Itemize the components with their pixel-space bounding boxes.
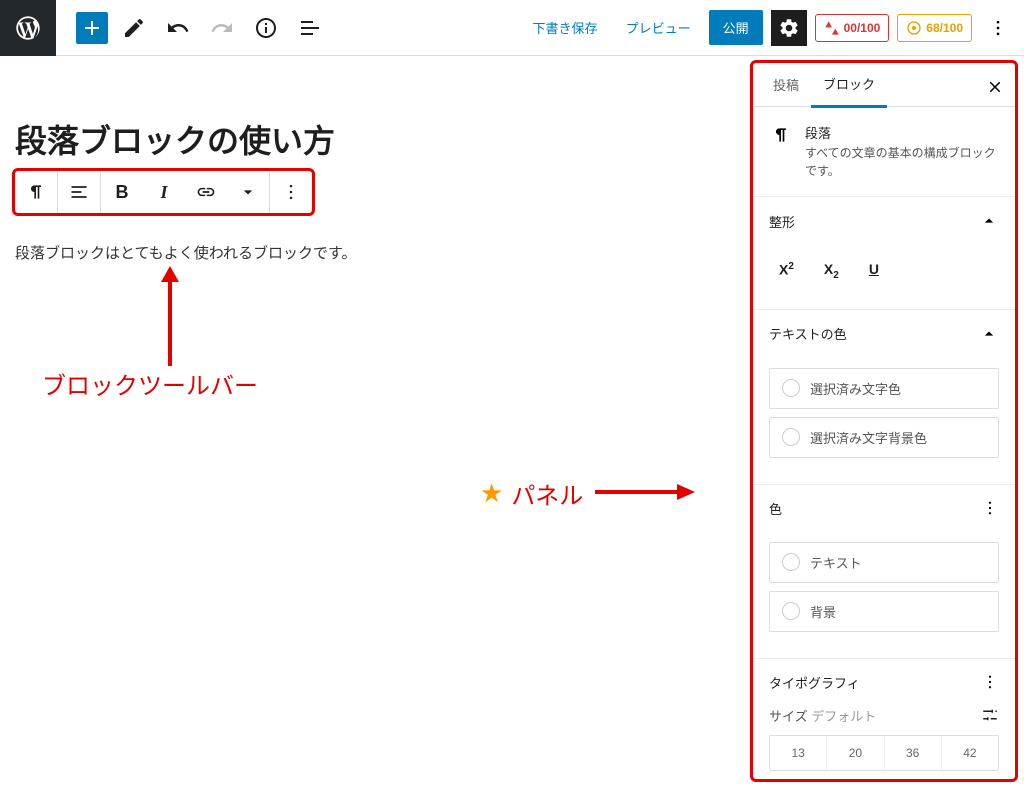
dots-vertical-icon — [988, 18, 1008, 38]
bold-icon: B — [116, 182, 129, 203]
superscript-button[interactable]: X2 — [779, 261, 794, 281]
more-format-button[interactable] — [227, 171, 269, 213]
color-bg-selector[interactable]: 背景 — [769, 591, 999, 632]
plus-icon — [80, 16, 104, 40]
section-formatting: 整形 X2 X2 U — [753, 197, 1015, 310]
section-head-color[interactable]: 色 — [753, 485, 1015, 532]
undo-button[interactable] — [160, 10, 196, 46]
size-option[interactable]: 42 — [942, 736, 998, 770]
settings-button[interactable] — [771, 10, 807, 46]
section-text-color: テキストの色 選択済み文字色 選択済み文字背景色 — [753, 310, 1015, 485]
annotation-arrow-right — [595, 480, 695, 507]
outline-button[interactable] — [292, 10, 328, 46]
editor-toolbar-right: 下書き保存 プレビュー 公開 00/100 68/100 — [523, 10, 1024, 46]
color-swatch — [782, 379, 800, 397]
star-icon: ★ — [480, 478, 503, 509]
pencil-icon — [122, 16, 146, 40]
text-bg-color-selector[interactable]: 選択済み文字背景色 — [769, 417, 999, 458]
seo-score-badge-1[interactable]: 00/100 — [815, 14, 890, 42]
size-label: サイズ デフォルト — [769, 706, 876, 725]
section-head-formatting[interactable]: 整形 — [753, 197, 1015, 245]
block-name: 段落 — [805, 123, 999, 142]
chevron-up-icon — [979, 211, 999, 231]
size-option[interactable]: 13 — [770, 736, 827, 770]
publish-button[interactable]: 公開 — [709, 10, 763, 45]
sliders-icon[interactable] — [981, 706, 999, 724]
wordpress-logo[interactable] — [0, 0, 56, 56]
settings-panel: 投稿 ブロック 段落 すべての文章の基本の構成ブロックです。 整形 — [750, 60, 1018, 782]
annotation-panel-label: ★ パネル — [480, 476, 695, 511]
size-option[interactable]: 20 — [827, 736, 884, 770]
dots-vertical-icon[interactable] — [981, 499, 999, 517]
top-toolbar: 下書き保存 プレビュー 公開 00/100 68/100 — [0, 0, 1024, 56]
text-color-selector[interactable]: 選択済み文字色 — [769, 368, 999, 409]
paragraph-block[interactable]: 段落ブロックはとてもよく使われるブロックです。 — [15, 242, 710, 263]
align-button[interactable] — [58, 171, 100, 213]
align-left-icon — [69, 182, 89, 202]
preview-button[interactable]: プレビュー — [616, 10, 701, 45]
italic-icon: I — [160, 182, 167, 203]
annotation-arrow-down — [155, 266, 185, 369]
more-options-button[interactable] — [980, 10, 1016, 46]
tab-block[interactable]: ブロック — [811, 62, 887, 108]
pilcrow-icon — [771, 125, 791, 145]
panel-tabs: 投稿 ブロック — [753, 63, 1015, 107]
size-options: 13 20 36 42 — [769, 735, 999, 771]
subscript-button[interactable]: X2 — [824, 261, 839, 281]
italic-button[interactable]: I — [143, 171, 185, 213]
block-type-icon — [769, 123, 793, 180]
chevron-down-icon — [238, 182, 258, 202]
gear-icon — [778, 17, 800, 39]
color-text-selector[interactable]: テキスト — [769, 542, 999, 583]
pilcrow-icon — [26, 182, 46, 202]
redo-button[interactable] — [204, 10, 240, 46]
color-swatch — [782, 602, 800, 620]
edit-mode-button[interactable] — [116, 10, 152, 46]
add-block-button[interactable] — [76, 12, 108, 44]
close-icon — [986, 78, 1004, 96]
info-icon — [254, 16, 278, 40]
seo-icon-1 — [824, 20, 840, 36]
color-swatch — [782, 428, 800, 446]
redo-icon — [210, 16, 234, 40]
seo-score-2-value: 68/100 — [926, 21, 963, 35]
post-title[interactable]: 段落ブロックの使い方 — [15, 116, 710, 162]
link-icon — [196, 182, 216, 202]
block-type-button[interactable] — [15, 171, 57, 213]
block-toolbar: B I — [12, 168, 315, 216]
annotation-toolbar-label: ブロックツールバー — [42, 366, 258, 401]
list-icon — [298, 16, 322, 40]
bold-button[interactable]: B — [101, 171, 143, 213]
dots-vertical-icon — [281, 182, 301, 202]
underline-button[interactable]: U — [869, 261, 879, 281]
editor-toolbar-left — [56, 10, 328, 46]
seo-icon-2 — [906, 20, 922, 36]
block-options-button[interactable] — [270, 171, 312, 213]
section-color: 色 テキスト 背景 — [753, 485, 1015, 659]
section-head-text-color[interactable]: テキストの色 — [753, 310, 1015, 358]
info-button[interactable] — [248, 10, 284, 46]
wordpress-icon — [14, 14, 42, 42]
block-description: 段落 すべての文章の基本の構成ブロックです。 — [753, 107, 1015, 197]
undo-icon — [166, 16, 190, 40]
dots-vertical-icon[interactable] — [981, 673, 999, 691]
seo-score-1-value: 00/100 — [844, 21, 881, 35]
tab-post[interactable]: 投稿 — [761, 63, 811, 106]
section-typography: タイポグラフィ サイズ デフォルト 13 20 36 42 — [753, 659, 1015, 782]
editor-canvas: 段落ブロックの使い方 B I — [0, 56, 750, 786]
main-area: 段落ブロックの使い方 B I — [0, 56, 1024, 786]
seo-score-badge-2[interactable]: 68/100 — [897, 14, 972, 42]
size-option[interactable]: 36 — [885, 736, 942, 770]
chevron-up-icon — [979, 324, 999, 344]
save-draft-button[interactable]: 下書き保存 — [523, 10, 608, 45]
block-desc-text: すべての文章の基本の構成ブロックです。 — [805, 144, 999, 180]
section-head-typography[interactable]: タイポグラフィ — [753, 659, 1015, 706]
color-swatch — [782, 553, 800, 571]
link-button[interactable] — [185, 171, 227, 213]
panel-close-button[interactable] — [981, 73, 1009, 101]
